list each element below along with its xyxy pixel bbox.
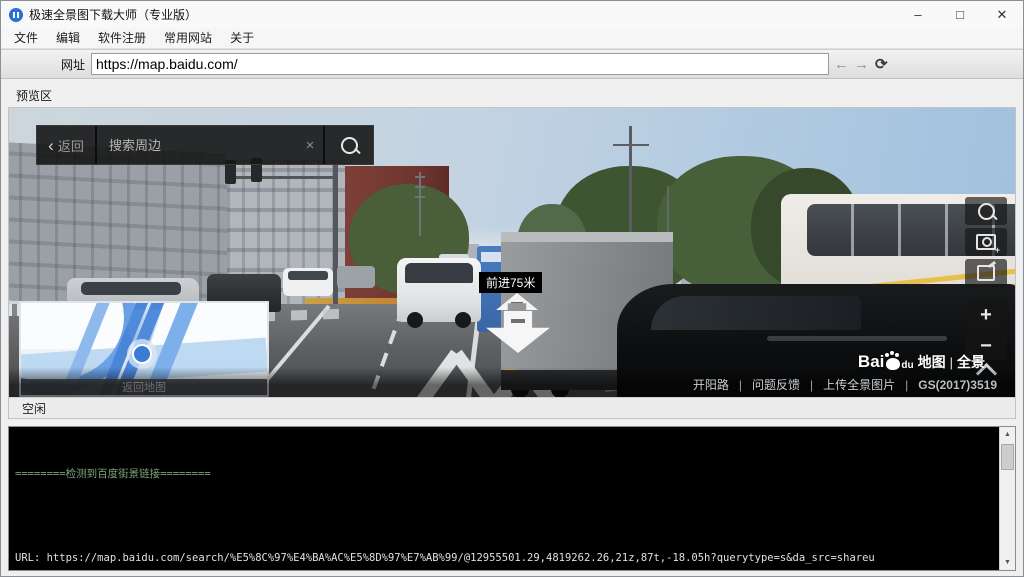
upload-panorama-link[interactable]: 上传全景图片 [823, 376, 895, 393]
url-label: 网址 [61, 56, 85, 73]
separator: | [739, 378, 742, 392]
car [283, 268, 333, 296]
log-line: ========检测到百度街景链接======== [15, 467, 997, 481]
feedback-link[interactable]: 问题反馈 [752, 376, 800, 393]
logo-divider: | [950, 355, 953, 370]
preview-group-box: ‹ 返回 × 前进75米 [8, 107, 1016, 419]
log-line [15, 509, 997, 523]
menu-item-register[interactable]: 软件注册 [89, 28, 155, 48]
preview-section: 预览区 [8, 85, 1016, 419]
white-suv [397, 258, 481, 322]
logo-text-du: du [901, 360, 913, 371]
streetview-panorama[interactable]: ‹ 返回 × 前进75米 [9, 108, 1015, 397]
panorama-footer-links: 开阳路 | 问题反馈 | 上传全景图片 | GS(2017)3519 [693, 376, 997, 393]
zoom-in-button[interactable]: + [965, 301, 1007, 329]
logo-text-bai: Bai [858, 352, 884, 372]
scroll-up-icon[interactable]: ▲ [1000, 427, 1015, 442]
app-window: 极速全景图下载大师（专业版） – □ ✕ 文件 编辑 软件注册 常用网站 关于 … [0, 0, 1024, 577]
baidu-paw-icon [886, 358, 900, 370]
traffic-pole-arm [225, 176, 337, 179]
minimap-position-marker [127, 339, 157, 369]
chevron-left-icon: ‹ [48, 137, 54, 154]
log-line: URL: https://map.baidu.com/search/%E5%8C… [15, 551, 997, 565]
forward-icon[interactable]: → [854, 56, 869, 73]
share-icon [977, 265, 995, 281]
idle-status-text: 空闲 [22, 400, 46, 417]
forward-distance-tooltip: 前进75米 [479, 272, 542, 293]
separator: | [905, 378, 908, 392]
back-icon[interactable]: ← [834, 56, 849, 73]
minimize-button[interactable]: – [897, 1, 939, 28]
car [337, 266, 375, 288]
screenshot-button[interactable] [965, 228, 1007, 256]
preview-group-label: 预览区 [16, 87, 1016, 104]
logo-text-map: 地图 [918, 352, 946, 372]
log-console: ========检测到百度街景链接======== URL: https://m… [8, 426, 1016, 571]
menu-bar: 文件 编辑 软件注册 常用网站 关于 [1, 28, 1023, 49]
search-icon [341, 137, 358, 154]
magnifier-icon [978, 203, 995, 220]
license-number: GS(2017)3519 [918, 378, 997, 392]
title-bar: 极速全景图下载大师（专业版） – □ ✕ [1, 1, 1023, 28]
search-input[interactable] [97, 126, 297, 164]
road-name-link[interactable]: 开阳路 [693, 376, 729, 393]
utility-pole-crossarm [613, 144, 649, 146]
log-text: ========检测到百度街景链接======== URL: https://m… [15, 439, 997, 571]
app-icon [9, 8, 23, 22]
panorama-search-bar: ‹ 返回 × [36, 125, 374, 165]
camera-plus-icon [976, 234, 996, 250]
menu-item-about[interactable]: 关于 [221, 28, 263, 48]
menu-item-common-sites[interactable]: 常用网站 [155, 28, 221, 48]
baidu-panorama-logo: Bai du 地图 | 全景 [858, 352, 985, 372]
scroll-down-icon[interactable]: ▼ [1000, 555, 1015, 570]
back-button-label: 返回 [58, 136, 84, 155]
window-title: 极速全景图下载大师（专业版） [29, 6, 197, 23]
telecom-tower [419, 172, 421, 236]
close-button[interactable]: ✕ [981, 1, 1023, 28]
logo-text-pano: 全景 [957, 352, 985, 372]
scrollbar-thumb[interactable] [1001, 444, 1014, 470]
menu-item-edit[interactable]: 编辑 [47, 28, 89, 48]
share-button[interactable] [965, 259, 1007, 287]
refresh-icon[interactable]: ⟳ [875, 55, 888, 73]
zoom-search-button[interactable] [965, 197, 1007, 225]
console-scrollbar[interactable]: ▲ ▼ [999, 427, 1015, 570]
address-bar: 网址 ← → ⟳ [1, 49, 1023, 79]
back-button[interactable]: ‹ 返回 [37, 126, 97, 164]
menu-item-file[interactable]: 文件 [5, 28, 47, 48]
separator: | [810, 378, 813, 392]
clear-search-icon[interactable]: × [297, 126, 323, 164]
preview-status-row: 空闲 [9, 397, 1015, 418]
url-input[interactable] [91, 53, 829, 75]
window-controls: – □ ✕ [897, 1, 1023, 28]
panorama-toolbar [965, 197, 1007, 287]
search-button[interactable] [323, 126, 373, 164]
maximize-button[interactable]: □ [939, 1, 981, 28]
